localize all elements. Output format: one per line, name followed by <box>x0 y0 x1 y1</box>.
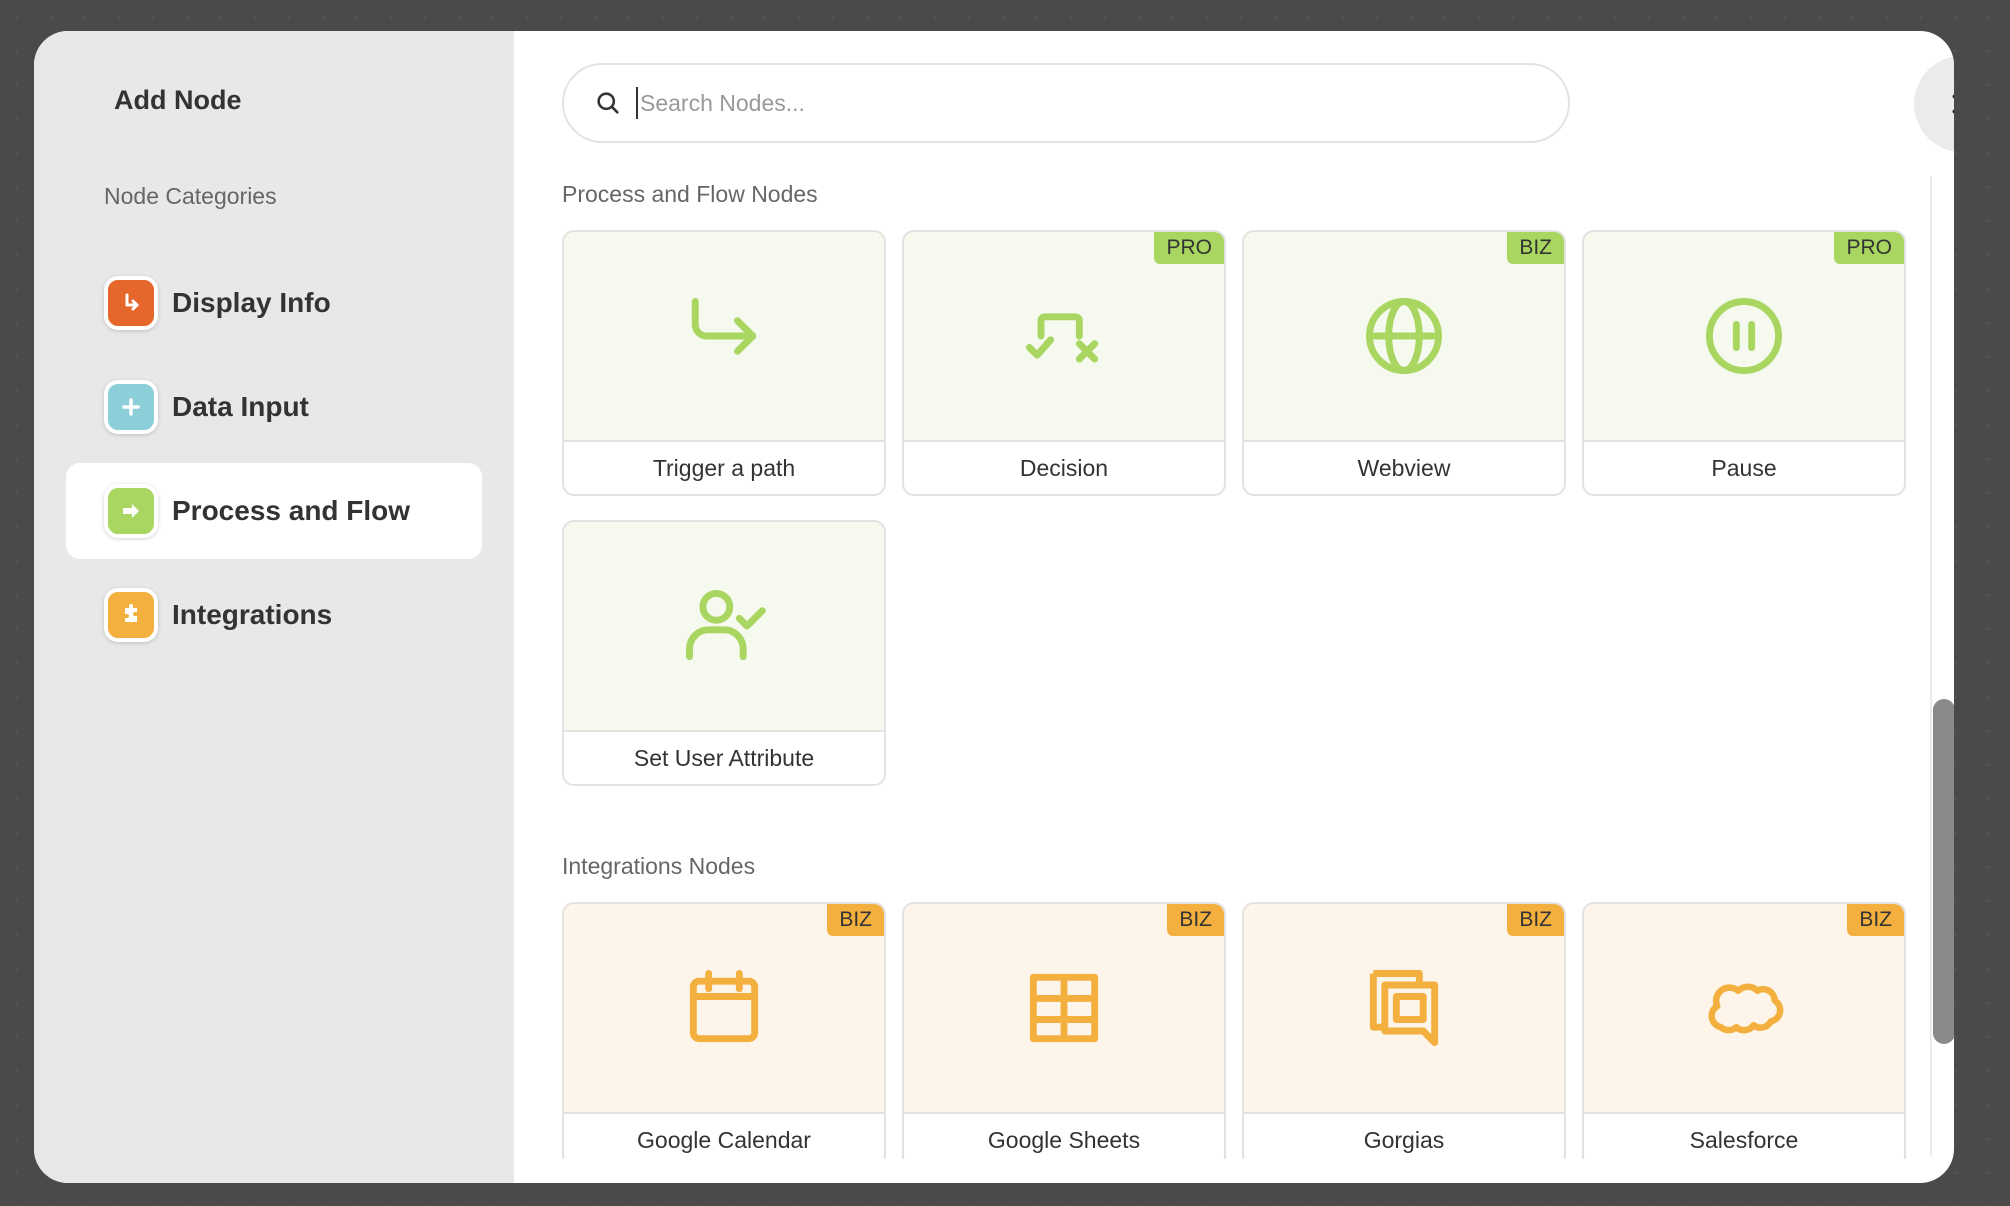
node-card-webview[interactable]: Webview BIZ <box>1242 230 1566 496</box>
node-grid: Google Calendar BIZ Google Sheets BIZ Go… <box>562 902 1948 1159</box>
sidebar: Add Node Node Categories Display Info Da… <box>34 31 514 1183</box>
return-arrow-icon <box>104 276 158 330</box>
close-button[interactable] <box>1914 56 1954 152</box>
node-label: Google Sheets <box>987 1127 1141 1153</box>
gorgias-icon <box>1369 970 1439 1046</box>
section-title: Integrations Nodes <box>562 853 756 879</box>
category-label: Process and Flow <box>172 495 411 526</box>
category-label: Data Input <box>172 391 309 422</box>
search-box[interactable] <box>562 63 1570 143</box>
search-icon <box>597 92 619 114</box>
node-label: Salesforce <box>1689 1127 1799 1153</box>
search-input[interactable] <box>636 87 1568 119</box>
category-integrations[interactable]: Integrations <box>66 567 482 663</box>
node-card-set-user-attribute[interactable]: Set User Attribute <box>562 520 886 786</box>
arrow-right-icon <box>104 484 158 538</box>
node-label: Gorgias <box>1363 1127 1445 1153</box>
plan-badge: BIZ <box>1847 904 1904 936</box>
category-process-and-flow[interactable]: Process and Flow <box>66 463 482 559</box>
node-label: Webview <box>1357 455 1451 481</box>
node-card-google-calendar[interactable]: Google Calendar BIZ <box>562 902 886 1159</box>
category-data-input[interactable]: Data Input <box>66 359 482 455</box>
trigger-path-icon <box>691 298 757 355</box>
node-label: Decision <box>1019 455 1109 481</box>
node-card-trigger-a-path[interactable]: Trigger a path <box>562 230 886 496</box>
modal-title: Add Node <box>114 85 242 115</box>
calendar-icon <box>689 970 759 1043</box>
node-card-pause[interactable]: Pause PRO <box>1582 230 1906 496</box>
category-list: Display Info Data Input Process and Flow… <box>66 255 482 671</box>
category-label: Integrations <box>172 599 333 630</box>
section-title: Process and Flow Nodes <box>562 181 818 207</box>
table-icon <box>1029 973 1099 1043</box>
node-card-salesforce[interactable]: Salesforce BIZ <box>1582 902 1906 1159</box>
cloud-icon <box>1708 983 1784 1034</box>
node-label: Google Calendar <box>637 1127 811 1153</box>
category-label: Display Info <box>172 287 331 318</box>
category-display-info[interactable]: Display Info <box>66 255 482 351</box>
plan-badge: PRO <box>1154 232 1224 264</box>
user-check-icon <box>686 589 766 661</box>
globe-icon <box>1366 298 1442 374</box>
plan-badge: PRO <box>1834 232 1904 264</box>
categories-heading: Node Categories <box>104 183 277 209</box>
close-icon <box>1952 94 1954 114</box>
plan-badge: BIZ <box>1507 232 1564 264</box>
node-label: Pause <box>1711 455 1777 481</box>
pause-icon <box>1706 298 1782 374</box>
node-label: Set User Attribute <box>633 745 815 771</box>
node-card-gorgias[interactable]: Gorgias BIZ <box>1242 902 1566 1159</box>
node-card-decision[interactable]: Decision PRO <box>902 230 1226 496</box>
node-grid: Trigger a path Decision PRO Webview BIZ <box>562 230 1948 786</box>
plan-badge: BIZ <box>1507 904 1564 936</box>
puzzle-icon <box>104 588 158 642</box>
main-panel: Process and Flow Nodes Trigger a path De… <box>514 31 1954 1183</box>
plus-icon <box>104 380 158 434</box>
plan-badge: BIZ <box>827 904 884 936</box>
node-list: Process and Flow Nodes Trigger a path De… <box>562 174 1948 1159</box>
node-label: Trigger a path <box>652 455 796 481</box>
plan-badge: BIZ <box>1167 904 1224 936</box>
scrollbar-thumb[interactable] <box>1933 699 1954 1044</box>
decision-icon <box>1026 313 1099 363</box>
add-node-modal: Add Node Node Categories Display Info Da… <box>34 31 1954 1183</box>
node-card-google-sheets[interactable]: Google Sheets BIZ <box>902 902 1226 1159</box>
